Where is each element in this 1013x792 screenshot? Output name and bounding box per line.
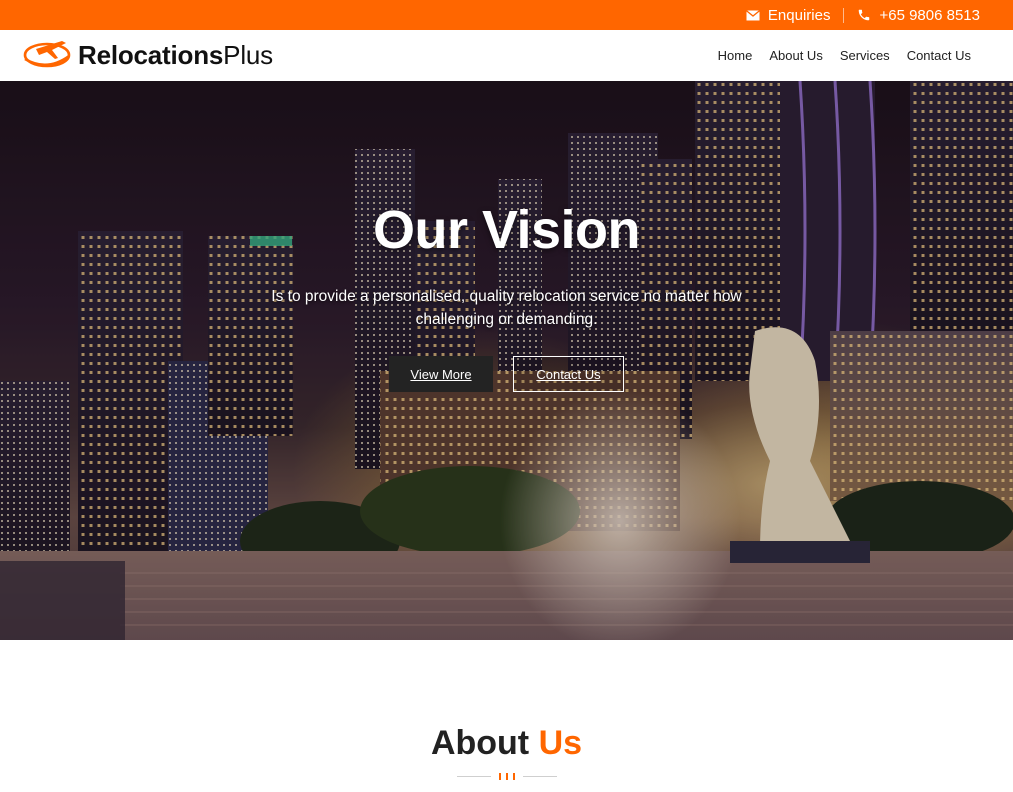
divider-bar [498, 773, 501, 780]
top-contact-bar: Enquiries +65 9806 8513 [0, 0, 1013, 30]
nav-home[interactable]: Home [718, 48, 753, 63]
divider-bar [512, 773, 515, 780]
main-nav: Home About Us Services Contact Us [718, 48, 971, 63]
logo-text-light: Plus [223, 40, 273, 70]
logo-text: RelocationsPlus [78, 40, 273, 71]
contact-us-button[interactable]: Contact Us [513, 356, 624, 392]
about-title-main: About [430, 724, 530, 762]
site-logo[interactable]: RelocationsPlus [22, 36, 273, 75]
hero-subtitle: Is to provide a personalised, quality re… [271, 288, 742, 328]
hero-banner: Our Vision Is to provide a personalised,… [0, 81, 1013, 640]
nav-about-us[interactable]: About Us [769, 48, 822, 63]
divider-line-left [456, 776, 491, 777]
topbar-divider [843, 7, 845, 23]
view-more-button[interactable]: View More [389, 356, 493, 392]
logo-text-bold: Relocations [78, 40, 224, 70]
envelope-icon [746, 9, 760, 21]
divider-bars [498, 773, 515, 780]
enquiries-label: Enquiries [767, 6, 831, 24]
hero-title: Our Vision [372, 200, 641, 260]
phone-icon [857, 8, 871, 22]
about-title-accent: Us [538, 724, 583, 762]
nav-services[interactable]: Services [840, 48, 890, 63]
site-header: RelocationsPlus Home About Us Services C… [0, 30, 1013, 81]
divider-line-right [522, 776, 557, 777]
phone-link[interactable]: +65 9806 8513 [857, 7, 980, 24]
about-section: About Us [0, 640, 1013, 780]
phone-number: +65 9806 8513 [879, 6, 980, 24]
enquiries-link[interactable]: Enquiries [746, 6, 831, 24]
about-title: About Us [0, 724, 1013, 763]
hero-content: Our Vision Is to provide a personalised,… [0, 199, 1013, 392]
plane-swoosh-icon [22, 36, 76, 75]
nav-contact-us[interactable]: Contact Us [907, 48, 971, 63]
divider-bar [505, 773, 508, 780]
title-divider [0, 773, 1013, 780]
hero-buttons: View More Contact Us [0, 356, 1013, 392]
